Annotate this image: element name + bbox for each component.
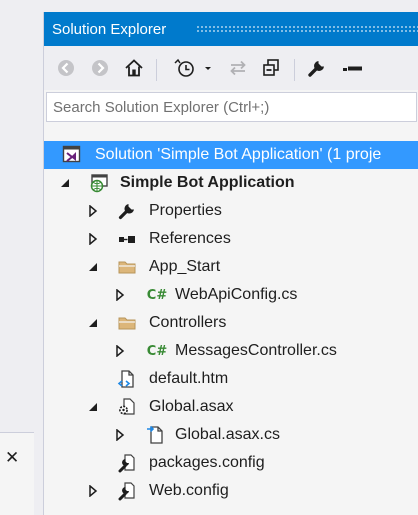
tree-item-label: App_Start bbox=[149, 258, 221, 275]
tree-item-controllers[interactable]: Controllers bbox=[44, 309, 418, 337]
expanded-arrow-icon[interactable] bbox=[88, 317, 98, 329]
search-input[interactable] bbox=[47, 93, 416, 121]
collapsed-arrow-icon[interactable] bbox=[88, 485, 98, 497]
close-icon[interactable]: ✕ bbox=[5, 449, 23, 467]
tree-item-webapiconfig[interactable]: C# WebApiConfig.cs bbox=[44, 281, 418, 309]
home-icon bbox=[125, 59, 143, 77]
tree-item-label: References bbox=[149, 230, 231, 247]
tree-item-properties[interactable]: Properties bbox=[44, 197, 418, 225]
tree-item-label: packages.config bbox=[149, 454, 265, 471]
properties-button[interactable] bbox=[304, 56, 330, 80]
tree-item-label: Solution 'Simple Bot Application' (1 pro… bbox=[95, 146, 382, 163]
tree-item-label: Web.config bbox=[149, 482, 229, 499]
tree-item-messagescontroller[interactable]: C# MessagesController.cs bbox=[44, 337, 418, 365]
tree-item-app-start[interactable]: App_Start bbox=[44, 253, 418, 281]
collapsed-arrow-icon[interactable] bbox=[115, 345, 125, 357]
title-grip[interactable] bbox=[196, 25, 418, 32]
forward-button[interactable] bbox=[88, 56, 112, 80]
dash-icon bbox=[343, 66, 362, 71]
sync-arrows-icon bbox=[230, 60, 246, 76]
expanded-arrow-icon[interactable] bbox=[88, 261, 98, 273]
tree-item-references[interactable]: References bbox=[44, 225, 418, 253]
search-box[interactable] bbox=[46, 92, 417, 122]
panel-title-bar[interactable]: Solution Explorer bbox=[44, 12, 418, 46]
wrench-icon bbox=[308, 61, 324, 77]
tree-item-global-asax-cs[interactable]: Global.asax.cs bbox=[44, 421, 418, 449]
references-icon bbox=[117, 229, 137, 249]
solution-tree: Solution 'Simple Bot Application' (1 pro… bbox=[44, 132, 418, 515]
sync-with-active-document-button[interactable] bbox=[226, 56, 250, 80]
toolbar-separator bbox=[294, 59, 295, 81]
tree-item-solution[interactable]: Solution 'Simple Bot Application' (1 pro… bbox=[44, 141, 418, 169]
code-behind-file-icon bbox=[145, 425, 165, 445]
pending-changes-filter-button[interactable] bbox=[172, 56, 216, 80]
folder-icon bbox=[117, 313, 137, 333]
html-file-icon bbox=[117, 369, 137, 389]
arrow-left-circle-icon bbox=[58, 60, 74, 76]
collapse-all-icon bbox=[263, 59, 279, 76]
web-project-icon bbox=[89, 173, 109, 193]
toolbar-separator bbox=[156, 59, 157, 81]
collapsed-arrow-icon[interactable] bbox=[115, 289, 125, 301]
tree-item-label: MessagesController.cs bbox=[175, 342, 337, 359]
tree-item-default-htm[interactable]: default.htm bbox=[44, 365, 418, 393]
collapse-all-button[interactable] bbox=[259, 56, 283, 80]
tree-item-global-asax[interactable]: Global.asax bbox=[44, 393, 418, 421]
csharp-file-icon: C# bbox=[146, 287, 168, 303]
config-file-icon bbox=[117, 453, 137, 473]
solution-explorer-panel: Solution Explorer Search Solution Explor… bbox=[43, 12, 418, 515]
clock-icon bbox=[174, 58, 211, 77]
collapsed-arrow-icon[interactable] bbox=[115, 429, 125, 441]
home-button[interactable] bbox=[121, 56, 147, 80]
visual-studio-solution-icon bbox=[62, 144, 82, 164]
tree-item-label: WebApiConfig.cs bbox=[175, 286, 298, 303]
csharp-file-icon: C# bbox=[146, 343, 168, 359]
preview-selected-items-button[interactable] bbox=[340, 56, 366, 80]
tree-item-label: Controllers bbox=[149, 314, 227, 331]
back-button[interactable] bbox=[54, 56, 78, 80]
wrench-icon bbox=[117, 201, 137, 221]
tree-item-packages-config[interactable]: packages.config bbox=[44, 449, 418, 477]
expanded-arrow-icon[interactable] bbox=[88, 401, 98, 413]
tool-window-fragment bbox=[0, 433, 34, 515]
asax-file-icon bbox=[117, 397, 137, 417]
tree-item-project[interactable]: Simple Bot Application bbox=[44, 169, 418, 197]
tree-item-label: Simple Bot Application bbox=[120, 174, 295, 191]
config-file-icon bbox=[117, 481, 137, 501]
toolbar bbox=[44, 46, 418, 90]
arrow-right-circle-icon bbox=[92, 60, 108, 76]
tree-item-label: Global.asax.cs bbox=[175, 426, 280, 443]
tree-item-label: default.htm bbox=[149, 370, 229, 387]
panel-title: Solution Explorer bbox=[52, 21, 167, 38]
folder-icon bbox=[117, 257, 137, 277]
tree-item-label: Global.asax bbox=[149, 398, 234, 415]
collapsed-arrow-icon[interactable] bbox=[88, 233, 98, 245]
expanded-arrow-icon[interactable] bbox=[60, 177, 70, 189]
tree-item-web-config[interactable]: Web.config bbox=[44, 477, 418, 505]
collapsed-arrow-icon[interactable] bbox=[88, 205, 98, 217]
tree-item-label: Properties bbox=[149, 202, 222, 219]
